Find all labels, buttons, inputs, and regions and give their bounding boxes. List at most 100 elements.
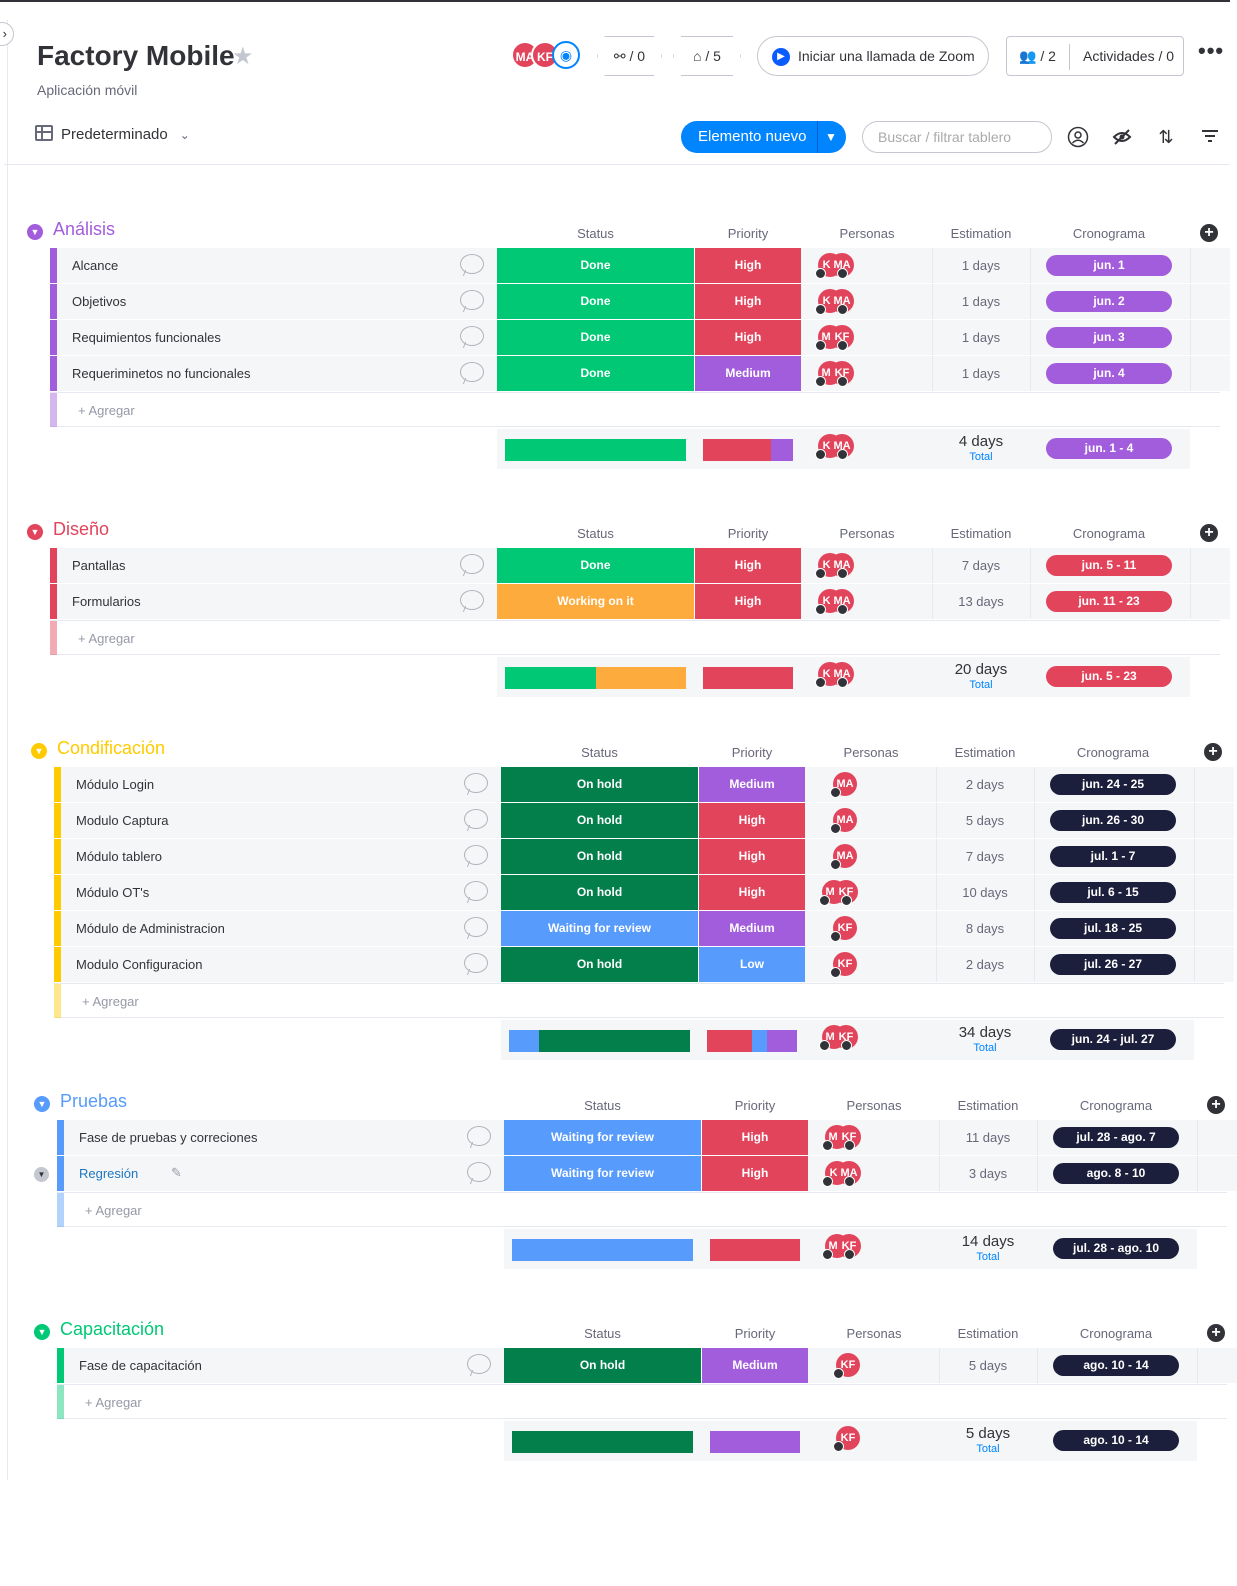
updates-bubble-icon[interactable] (460, 326, 484, 346)
add-column-icon[interactable]: + (1200, 524, 1218, 542)
table-row[interactable]: Modulo Configuracion On hold Low KF 2 days ju… (54, 947, 1234, 982)
estimation-cell[interactable]: 1 days (933, 320, 1029, 355)
table-row[interactable]: Fase de capacitación On hold Medium KF 5 day… (57, 1348, 1237, 1383)
timeline-pill[interactable]: jun. 24 - 25 (1050, 774, 1176, 795)
group-collapse-icon[interactable]: ▼ (34, 1324, 50, 1340)
people-cell[interactable]: KF (816, 950, 876, 980)
add-item-label[interactable]: + Agregar (78, 631, 135, 646)
column-header-people[interactable]: Personas (812, 526, 922, 541)
timeline-pill[interactable]: jun. 4 (1046, 363, 1172, 384)
people-cell[interactable]: KF (819, 1351, 879, 1381)
status-distribution-bar[interactable] (512, 1431, 693, 1453)
priority-cell[interactable]: High (695, 320, 801, 355)
updates-bubble-icon[interactable] (464, 953, 488, 973)
status-cell[interactable]: Waiting for review (501, 911, 699, 946)
people-cell[interactable]: MAKF (816, 1023, 876, 1053)
updates-bubble-icon[interactable] (464, 917, 488, 937)
priority-cell[interactable]: High (702, 1120, 808, 1155)
table-row[interactable]: Módulo Login On hold Medium MA 2 days jun. 24… (54, 767, 1234, 802)
table-row[interactable]: Pantallas DoneHigh KFMA 7 days jun. 5 - 11 (50, 548, 1230, 583)
group-title[interactable]: Análisis (53, 219, 115, 240)
item-name[interactable]: Módulo de Administracion (76, 921, 225, 936)
status-distribution-bar[interactable] (505, 439, 686, 461)
status-distribution-bar[interactable] (512, 1239, 693, 1261)
estimation-cell[interactable]: 3 days (940, 1156, 1036, 1191)
updates-bubble-icon[interactable] (464, 881, 488, 901)
status-distribution-bar[interactable] (509, 1030, 690, 1052)
status-cell[interactable]: Done (497, 356, 695, 391)
more-options-icon[interactable]: ••• (1198, 38, 1224, 64)
column-header-timeline[interactable]: Cronograma (1050, 745, 1176, 760)
priority-cell[interactable]: High (695, 248, 801, 283)
priority-cell[interactable]: High (699, 839, 805, 874)
column-header-timeline[interactable]: Cronograma (1053, 1326, 1179, 1341)
priority-cell[interactable]: High (695, 284, 801, 319)
priority-distribution-bar[interactable] (707, 1030, 797, 1052)
estimation-cell[interactable]: 11 days (940, 1120, 1036, 1155)
item-name[interactable]: Fase de capacitación (79, 1358, 202, 1373)
column-header-estimation[interactable]: Estimation (940, 1098, 1036, 1113)
table-row[interactable]: Requeriminetos no funcionales DoneMedium M… (50, 356, 1230, 391)
group-title[interactable]: Diseño (53, 519, 109, 540)
estimation-cell[interactable]: 7 days (933, 548, 1029, 583)
column-header-people[interactable]: Personas (819, 1098, 929, 1113)
people-cell[interactable]: KFMA (812, 587, 872, 617)
updates-bubble-icon[interactable] (460, 590, 484, 610)
updates-bubble-icon[interactable] (464, 809, 488, 829)
estimation-cell[interactable]: 13 days (933, 584, 1029, 619)
people-cell[interactable]: KFMA (812, 660, 872, 690)
column-header-people[interactable]: Personas (819, 1326, 929, 1341)
timeline-pill[interactable]: jun. 3 (1046, 327, 1172, 348)
estimation-cell[interactable]: 2 days (937, 947, 1033, 982)
add-item-row[interactable]: + Agregar (57, 1192, 1227, 1227)
item-name[interactable]: Requimientos funcionales (72, 330, 221, 345)
status-cell[interactable]: Waiting for review (504, 1156, 702, 1191)
status-distribution-bar[interactable] (505, 667, 686, 689)
priority-cell[interactable]: Medium (699, 911, 805, 946)
column-header-status[interactable]: Status (504, 1098, 701, 1113)
status-cell[interactable]: On hold (501, 947, 699, 982)
timeline-pill[interactable]: ago. 10 - 14 (1053, 1355, 1179, 1376)
people-cell[interactable]: MAKF (819, 1123, 879, 1153)
priority-cell[interactable]: High (695, 548, 801, 583)
view-selector[interactable]: Predeterminado ⌄ (35, 125, 190, 143)
status-cell[interactable]: On hold (504, 1348, 702, 1383)
people-cell[interactable]: KFMA (812, 251, 872, 281)
timeline-pill[interactable]: jul. 26 - 27 (1050, 954, 1176, 975)
automations-button[interactable]: ⌂ / 5 (673, 36, 741, 76)
table-row[interactable]: Objetivos DoneHigh KFMA 1 days jun. 2 (50, 284, 1230, 319)
item-name[interactable]: Modulo Configuracion (76, 957, 202, 972)
edit-pencil-icon[interactable]: ✎ (171, 1165, 182, 1181)
status-cell[interactable]: On hold (501, 875, 699, 910)
priority-distribution-bar[interactable] (710, 1431, 800, 1453)
column-header-priority[interactable]: Priority (699, 745, 805, 760)
person-filter-icon[interactable] (1067, 126, 1089, 148)
add-item-label[interactable]: + Agregar (85, 1203, 142, 1218)
integrations-button[interactable]: ⚯ / 0 (597, 36, 662, 76)
status-cell[interactable]: On hold (501, 803, 699, 838)
priority-distribution-bar[interactable] (710, 1239, 800, 1261)
estimation-cell[interactable]: 8 days (937, 911, 1033, 946)
timeline-summary-pill[interactable]: jun. 5 - 23 (1046, 666, 1172, 687)
table-row[interactable]: Modulo Captura On hold High MA 5 days jun. 26… (54, 803, 1234, 838)
group-title[interactable]: Condificación (57, 738, 165, 759)
people-cell[interactable]: MA (816, 842, 876, 872)
expand-subitems-icon[interactable]: ▼ (34, 1167, 49, 1182)
group-title[interactable]: Capacitación (60, 1319, 164, 1340)
watch-eye-icon[interactable]: ◉ (552, 41, 580, 69)
column-header-estimation[interactable]: Estimation (933, 526, 1029, 541)
updates-bubble-icon[interactable] (460, 362, 484, 382)
item-name[interactable]: Objetivos (72, 294, 126, 309)
timeline-summary-pill[interactable]: ago. 10 - 14 (1053, 1430, 1179, 1451)
add-column-icon[interactable]: + (1200, 224, 1218, 242)
board-description[interactable]: Aplicación móvil (37, 82, 137, 98)
column-header-timeline[interactable]: Cronograma (1053, 1098, 1179, 1113)
item-name[interactable]: Requeriminetos no funcionales (72, 366, 251, 381)
item-name[interactable]: Fase de pruebas y correciones (79, 1130, 257, 1145)
column-header-people[interactable]: Personas (816, 745, 926, 760)
chevron-down-icon[interactable]: ▼ (825, 121, 837, 153)
table-row[interactable]: Regresión Waiting for reviewHigh KFMA 3 day… (57, 1156, 1237, 1191)
favorite-star-icon[interactable]: ★ (232, 42, 254, 71)
item-name[interactable]: Formularios (72, 594, 141, 609)
priority-cell[interactable]: High (699, 875, 805, 910)
